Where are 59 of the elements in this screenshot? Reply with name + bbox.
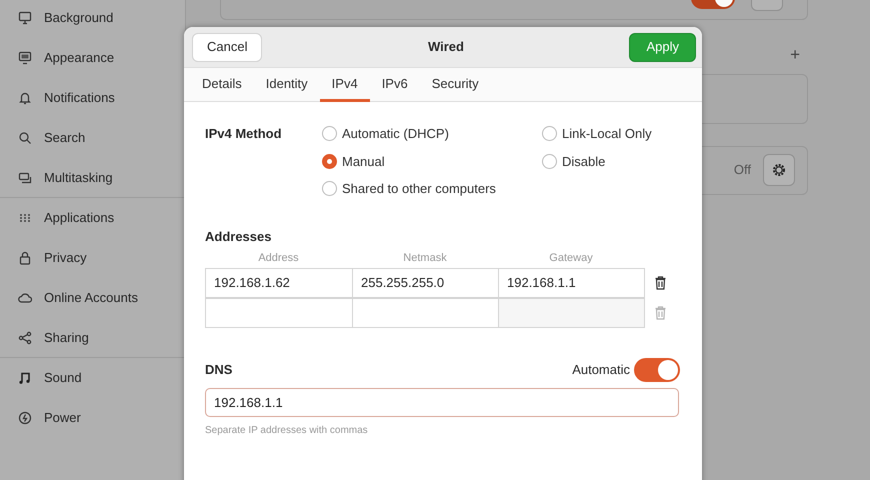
add-button[interactable]: + (790, 42, 800, 68)
lock-icon (18, 251, 32, 265)
option-label[interactable]: Manual (342, 152, 385, 171)
table-cell[interactable]: 255.255.255.0 (352, 268, 499, 298)
field-label: IPv4 Method (205, 125, 283, 143)
cancel-button[interactable]: Cancel (192, 32, 262, 62)
hint-text: Separate IP addresses with commas (205, 424, 369, 438)
column-header: Netmask (402, 251, 448, 266)
radio-button[interactable] (322, 126, 337, 142)
sidebar-item[interactable]: Notifications (0, 78, 185, 118)
sidebar-item[interactable]: Privacy (0, 238, 185, 278)
section-heading: Addresses (205, 228, 272, 246)
sidebar-item[interactable]: Power (0, 398, 185, 438)
tab[interactable]: IPv6 (370, 68, 420, 102)
option-label[interactable]: Link-Local Only (562, 124, 652, 144)
column-header: Gateway (548, 251, 594, 266)
sidebar-item[interactable]: Sound (0, 358, 185, 398)
dialog-title: Wired (428, 38, 464, 56)
sidebar-item[interactable]: Appearance (0, 38, 185, 78)
input-field[interactable] (352, 298, 499, 328)
option-label[interactable]: Shared to other computers (342, 179, 496, 198)
trash-icon (654, 276, 666, 290)
trash-icon (654, 306, 666, 320)
input-field[interactable] (498, 298, 645, 328)
music-note-icon (18, 371, 32, 385)
sidebar-item[interactable]: Online Accounts (0, 278, 185, 318)
table-cell[interactable]: 192.168.1.62 (205, 268, 353, 298)
section-heading: DNS (205, 360, 232, 379)
radio-button[interactable] (542, 126, 557, 142)
toggle-label: Automatic (572, 360, 630, 379)
tab[interactable]: Details (190, 68, 254, 102)
option-label[interactable]: Automatic (DHCP) (342, 124, 449, 144)
sidebar-item[interactable]: Search (0, 118, 185, 158)
share-icon (18, 330, 32, 344)
option-label[interactable]: Disable (562, 152, 606, 171)
input-field[interactable] (205, 298, 353, 328)
radio-button[interactable] (542, 154, 557, 169)
grid-icon (18, 211, 32, 225)
toggle-switch[interactable] (634, 358, 680, 382)
bell-icon (18, 91, 32, 105)
power-icon (18, 411, 32, 425)
status-text: Off (734, 161, 751, 180)
tab[interactable]: Identity (254, 68, 320, 102)
input-field[interactable]: 192.168.1.1 (205, 388, 679, 416)
windows-icon (18, 170, 32, 184)
radio-button[interactable] (322, 154, 337, 169)
sidebar-item[interactable]: Background (0, 0, 185, 38)
settings-icon (771, 162, 787, 178)
radio-button[interactable] (322, 181, 337, 196)
display-icon (18, 51, 32, 65)
cloud-icon (18, 291, 32, 305)
column-header: Address (257, 251, 300, 266)
table-cell[interactable]: 192.168.1.1 (498, 268, 645, 298)
tab[interactable]: IPv4 (320, 68, 370, 102)
monitor-icon (18, 11, 32, 25)
search-icon (18, 131, 32, 145)
sidebar-item[interactable]: Applications (0, 198, 185, 238)
tab[interactable]: Security (420, 68, 491, 102)
settings-button[interactable] (763, 154, 795, 186)
